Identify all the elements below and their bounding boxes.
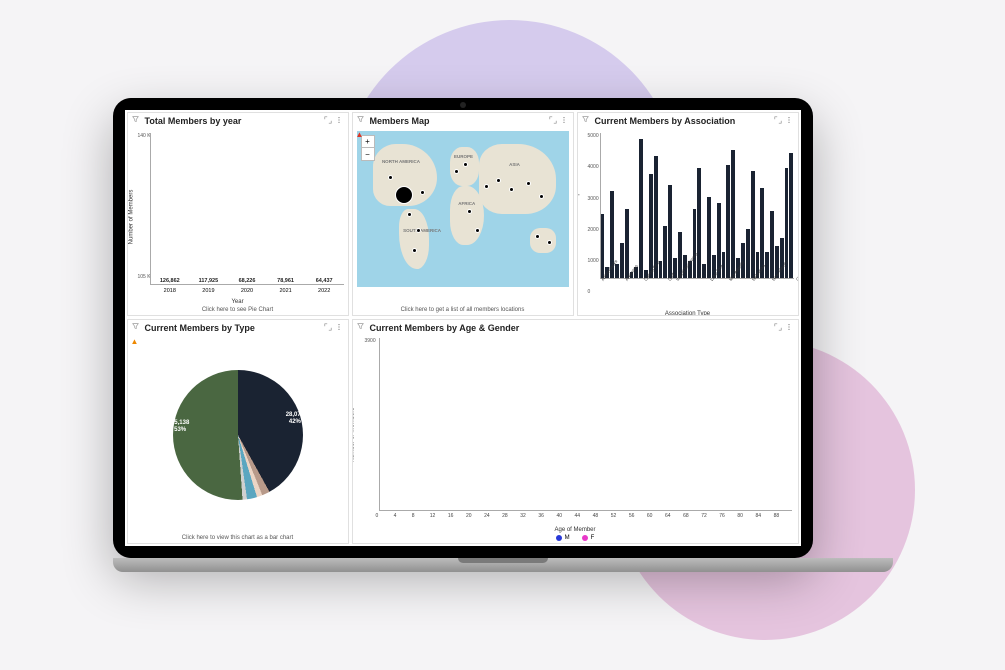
- y-axis-label: Number of Memberships: [577, 189, 580, 255]
- widget-title: Current Members by Association: [595, 116, 736, 126]
- legend-item-f[interactable]: F: [582, 535, 595, 541]
- filter-icon[interactable]: [582, 116, 589, 123]
- more-icon[interactable]: [785, 116, 793, 126]
- map[interactable]: NORTH AMERICA SOUTH AMERICA EUROPE AFRIC…: [353, 129, 573, 305]
- map-marker[interactable]: [539, 194, 544, 199]
- laptop-mockup: Total Members by year Number of Members …: [113, 98, 893, 572]
- bar-chart: Number of Memberships 500040003000200010…: [578, 129, 798, 315]
- map-marker[interactable]: [509, 187, 514, 192]
- legend-item-m[interactable]: M: [556, 535, 570, 541]
- widget-title: Current Members by Age & Gender: [370, 323, 520, 333]
- y-axis-label: Number of Members: [352, 407, 355, 462]
- map-marker[interactable]: [475, 228, 480, 233]
- chart-toggle-link[interactable]: Click here to view this chart as a bar c…: [128, 533, 348, 543]
- map-marker[interactable]: [526, 181, 531, 186]
- filter-icon[interactable]: [132, 323, 139, 330]
- map-list-link[interactable]: Click here to get a list of all members …: [353, 305, 573, 315]
- widget-members-map: ▲ Members Map: [352, 112, 574, 316]
- pie-slice-label: 35,13853%: [171, 420, 189, 434]
- chart-legend: M F: [353, 533, 798, 543]
- expand-icon[interactable]: [774, 323, 782, 333]
- widget-title: Current Members by Type: [145, 323, 255, 333]
- more-icon[interactable]: [560, 116, 568, 126]
- more-icon[interactable]: [335, 323, 343, 333]
- x-axis-label: Association Type: [578, 311, 798, 316]
- alert-icon: ▲: [131, 337, 139, 346]
- widget-title: Total Members by year: [145, 116, 242, 126]
- x-axis-label: Year: [128, 299, 348, 305]
- pie-chart: 28,07342% 35,13853%: [128, 336, 348, 533]
- dashboard-screen: Total Members by year Number of Members …: [125, 110, 801, 546]
- stacked-bar-chart: Number of Members 3900 04812162024283236…: [353, 336, 798, 533]
- alert-icon: ▲: [356, 130, 364, 139]
- filter-icon[interactable]: [132, 116, 139, 123]
- map-marker[interactable]: [496, 178, 501, 183]
- expand-icon[interactable]: [549, 116, 557, 126]
- filter-icon[interactable]: [357, 323, 364, 330]
- more-icon[interactable]: [335, 116, 343, 126]
- expand-icon[interactable]: [324, 116, 332, 126]
- pie-slice-label: 28,07342%: [286, 412, 304, 426]
- x-axis-label: Age of Member: [353, 527, 798, 533]
- zoom-out-button[interactable]: −: [362, 148, 374, 160]
- widget-members-by-association: Current Members by Association Number of…: [577, 112, 799, 316]
- widget-members-by-age-gender: Current Members by Age & Gender Number o…: [352, 319, 799, 544]
- map-marker[interactable]: [454, 169, 459, 174]
- widget-title: Members Map: [370, 116, 430, 126]
- map-marker[interactable]: [388, 175, 393, 180]
- widget-members-by-year: Total Members by year Number of Members …: [127, 112, 349, 316]
- expand-icon[interactable]: [324, 323, 332, 333]
- more-icon[interactable]: [785, 323, 793, 333]
- filter-icon[interactable]: [357, 116, 364, 123]
- expand-icon[interactable]: [774, 116, 782, 126]
- y-axis-label: Number of Members: [128, 190, 134, 245]
- map-marker[interactable]: [395, 186, 413, 204]
- chart-toggle-link[interactable]: Click here to see Pie Chart: [128, 305, 348, 315]
- widget-members-by-type: ▲ Current Members by Type 28,07342%: [127, 319, 349, 544]
- bar-chart: Number of Members 140 K 105 K 126,862201…: [128, 129, 348, 305]
